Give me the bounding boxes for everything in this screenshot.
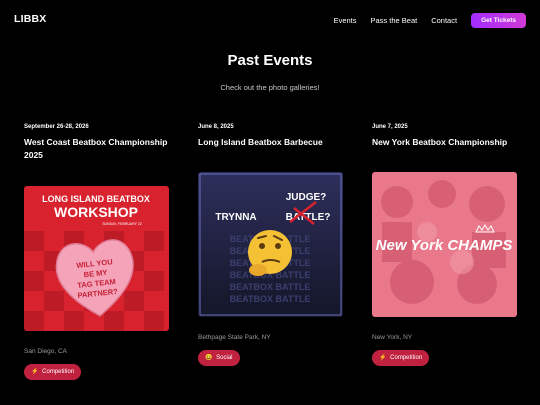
top-nav: LIBBX Events Pass the Beat Contact Get T…: [0, 0, 540, 40]
lightning-icon: ⚡: [31, 369, 39, 375]
event-image-battle-poster[interactable]: BEATBOX BATTLE BEATBOX BATTLE BEATBOX BA…: [198, 172, 343, 317]
ny-champs-caption: New York CHAMPS: [376, 237, 513, 254]
event-name[interactable]: New York Beatbox Championship: [372, 136, 518, 149]
event-tag-competition[interactable]: ⚡ Competition: [372, 350, 430, 366]
event-date: September 26-28, 2026: [24, 124, 89, 130]
event-card-west-coast[interactable]: September 26-28, 2026 West Coast Beatbox…: [24, 124, 170, 380]
nav-link-contact[interactable]: Contact: [431, 16, 457, 25]
event-tag-social[interactable]: 😀 Social: [198, 350, 240, 366]
ny-champs-graphic: New York CHAMPS: [372, 172, 517, 317]
word-trynna: TRYNNA: [215, 212, 256, 223]
nav-link-events[interactable]: Events: [334, 16, 357, 25]
battle-poster-graphic: BEATBOX BATTLE BEATBOX BATTLE BEATBOX BA…: [198, 172, 343, 317]
poster-headline-2: WORKSHOP: [54, 204, 138, 220]
site-logo[interactable]: LIBBX: [14, 13, 47, 25]
tag-label: Competition: [390, 355, 423, 361]
event-tag-competition[interactable]: ⚡ Competition: [24, 364, 82, 380]
poster-date: SUNDAY, FEBRUARY 22: [102, 222, 142, 226]
page-subtitle: Check out the photo galleries!: [220, 83, 320, 92]
word-judge: JUDGE?: [286, 192, 327, 203]
event-image-ny-champs[interactable]: New York CHAMPS: [372, 172, 517, 317]
event-location: San Diego, CA: [24, 348, 67, 355]
event-name[interactable]: West Coast Beatbox Championship 2025: [24, 136, 170, 162]
workshop-poster-graphic: LONG ISLAND BEATBOX WORKSHOP SUNDAY, FEB…: [24, 186, 169, 331]
repeat-line-6: BEATBOX BATTLE: [230, 294, 311, 304]
event-card-new-york[interactable]: June 7, 2025 New York Beatbox Championsh…: [372, 124, 518, 366]
event-card-bbq[interactable]: June 8, 2025 Long Island Beatbox Barbecu…: [198, 124, 344, 366]
smiley-icon: 😀: [205, 355, 213, 361]
get-tickets-button[interactable]: Get Tickets: [471, 13, 526, 28]
lightning-icon: ⚡: [379, 355, 387, 361]
event-date: June 7, 2025: [372, 124, 408, 130]
repeat-line-5: BEATBOX BATTLE: [230, 282, 311, 292]
event-location: Bethpage State Park, NY: [198, 334, 271, 341]
event-name[interactable]: Long Island Beatbox Barbecue: [198, 136, 344, 149]
event-image-workshop-poster[interactable]: LONG ISLAND BEATBOX WORKSHOP SUNDAY, FEB…: [24, 186, 169, 331]
nav-link-pass-the-beat[interactable]: Pass the Beat: [371, 16, 418, 25]
nav-links: Events Pass the Beat Contact Get Tickets: [334, 13, 526, 28]
tag-label: Competition: [42, 369, 75, 375]
poster-headline-1: LONG ISLAND BEATBOX: [42, 194, 150, 204]
page-title: Past Events: [227, 52, 313, 69]
event-location: New York, NY: [372, 334, 413, 341]
event-date: June 8, 2025: [198, 124, 234, 130]
tag-label: Social: [216, 355, 233, 361]
